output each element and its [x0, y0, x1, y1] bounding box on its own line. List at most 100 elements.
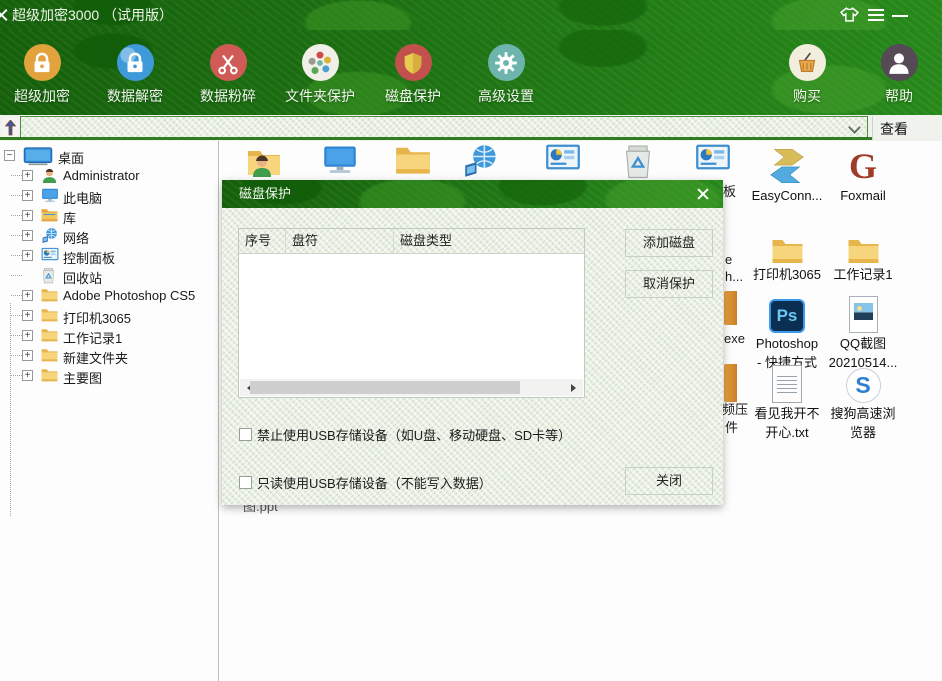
expand-icon[interactable]: + — [22, 310, 33, 321]
desktop-icon-sogou-browser[interactable]: S 搜狗高速浏 览器 — [824, 363, 902, 441]
main-toolbar: 超级加密 数据解密 数据粉碎 文件夹保护 磁盘保护 — [0, 30, 942, 115]
toolbar-item-label: 超级加密 — [0, 86, 88, 106]
desktop-icon-text-file[interactable]: 看见我开不 开心.txt — [748, 363, 826, 441]
title-bar: 超级加密3000 （试用版） — [0, 0, 942, 30]
folder-icon — [824, 224, 902, 264]
up-arrow-button[interactable] — [2, 117, 19, 138]
toolbar-item-settings[interactable]: 高级设置 — [460, 44, 552, 106]
desktop-icon-folder[interactable] — [395, 143, 431, 180]
horizontal-scrollbar[interactable] — [240, 379, 583, 396]
close-button[interactable]: 关闭 — [625, 467, 713, 495]
sogou-icon: S — [824, 363, 902, 403]
toolbar-item-label: 帮助 — [853, 86, 942, 106]
cancel-protect-button[interactable]: 取消保护 — [625, 270, 713, 298]
toolbar-item-super-encrypt[interactable]: 超级加密 — [0, 44, 88, 106]
dialog-close-icon[interactable] — [695, 186, 711, 202]
expand-icon[interactable]: + — [22, 250, 33, 261]
easyconnect-icon — [748, 145, 826, 185]
toolbar-item-disk-protect[interactable]: 磁盘保护 — [367, 44, 459, 106]
column-header-number: 序号 — [239, 229, 286, 253]
desktop-icon-computer[interactable] — [322, 143, 358, 180]
dialog-title: 磁盘保护 — [239, 180, 291, 208]
toolbar-item-folder-protect[interactable]: 文件夹保护 — [274, 44, 366, 106]
disk-list-table[interactable]: 序号 盘符 磁盘类型 — [238, 228, 585, 398]
tree-item-new-folder[interactable]: + 新建文件夹 — [0, 346, 218, 366]
checkbox-icon[interactable] — [239, 428, 252, 441]
checkbox-readonly-usb[interactable]: 只读使用USB存储设备（不能写入数据） — [239, 474, 492, 490]
menu-icon[interactable] — [866, 6, 886, 24]
toolbar-item-buy[interactable]: 购买 — [761, 44, 853, 106]
tree-item-this-pc[interactable]: + 此电脑 — [0, 186, 218, 206]
basket-icon — [789, 44, 826, 81]
network-icon — [41, 227, 59, 247]
desktop-icon-recycle-bin[interactable] — [622, 143, 658, 180]
folder-icon — [41, 367, 58, 385]
desktop-icon-photoshop-shortcut[interactable]: Ps Photoshop - 快捷方式 — [748, 293, 826, 371]
desktop-icon-control-panel-2[interactable] — [695, 143, 731, 180]
add-disk-button[interactable]: 添加磁盘 — [625, 229, 713, 257]
toolbar-item-shred[interactable]: 数据粉碎 — [182, 44, 274, 106]
expand-icon[interactable]: + — [22, 190, 33, 201]
photoshop-icon: Ps — [748, 293, 826, 333]
person-icon — [881, 44, 918, 81]
collapse-icon[interactable]: − — [4, 150, 15, 161]
clipped-label-fragment: 件 — [725, 417, 738, 436]
expand-icon[interactable]: + — [22, 170, 33, 181]
image-file-icon — [824, 293, 902, 333]
dialog-title-bar: 磁盘保护 — [222, 180, 723, 208]
skin-icon[interactable] — [840, 6, 860, 24]
column-header-disk-type: 磁盘类型 — [394, 229, 584, 253]
desktop-icon-worklog-folder[interactable]: 工作记录1 — [824, 224, 902, 283]
lock-orange-icon — [24, 44, 61, 81]
folder-icon — [41, 287, 58, 305]
tree-item-adobe-photoshop-cs5[interactable]: + Adobe Photoshop CS5 — [0, 286, 218, 306]
view-button[interactable]: 查看 — [880, 119, 908, 139]
clipped-label-fragment: exe — [724, 331, 745, 346]
folder-icon — [41, 327, 58, 345]
desktop-icon-foxmail[interactable]: G Foxmail — [824, 145, 902, 204]
expand-icon[interactable]: + — [22, 230, 33, 241]
minimize-icon[interactable] — [890, 6, 910, 24]
folder-tree-panel: − 桌面 + Administrator + 此电脑 + 库 + 网络 — [0, 141, 218, 681]
tree-item-recycle-bin[interactable]: 回收站 — [0, 266, 218, 286]
tree-item-libraries[interactable]: + 库 — [0, 206, 218, 226]
tree-item-printer-3065[interactable]: + 打印机3065 — [0, 306, 218, 326]
checkbox-icon[interactable] — [239, 476, 252, 489]
tree-item-main-images[interactable]: + 主要图 — [0, 366, 218, 386]
expand-icon[interactable]: + — [22, 330, 33, 341]
scrollbar-thumb[interactable] — [250, 381, 520, 394]
toolbar-item-help[interactable]: 帮助 — [853, 44, 942, 106]
library-icon — [41, 207, 58, 225]
address-input[interactable] — [20, 116, 868, 138]
tree-item-administrator[interactable]: + Administrator — [0, 166, 218, 186]
tree-item-desktop[interactable]: − 桌面 — [0, 146, 218, 166]
checkbox-forbid-usb[interactable]: 禁止使用USB存储设备（如U盘、移动硬盘、SD卡等） — [239, 426, 571, 442]
desktop-icon-easyconnect[interactable]: EasyConn... — [748, 145, 826, 204]
computer-icon — [41, 187, 59, 207]
clipped-label-fragment: 板 — [723, 181, 736, 200]
tree-item-work-log-1[interactable]: + 工作记录1 — [0, 326, 218, 346]
expand-icon[interactable]: + — [22, 210, 33, 221]
desktop-icon-qq-screenshot[interactable]: QQ截图 20210514... — [824, 293, 902, 371]
toolbar-item-label: 高级设置 — [460, 86, 552, 106]
chevron-down-icon[interactable] — [848, 121, 861, 134]
toolbar-item-decrypt[interactable]: 数据解密 — [89, 44, 181, 106]
desktop-icon-printer-folder[interactable]: 打印机3065 — [748, 224, 826, 283]
desktop-icon-admin-folder[interactable] — [246, 143, 282, 180]
text-file-icon — [748, 363, 826, 403]
scroll-right-icon[interactable] — [571, 384, 580, 392]
lock-blue-icon — [117, 44, 154, 81]
tree-item-network[interactable]: + 网络 — [0, 226, 218, 246]
tree-item-control-panel[interactable]: + 控制面板 — [0, 246, 218, 266]
control-panel-icon — [41, 247, 59, 264]
app-window: 超级加密3000 （试用版） 超级加密 数据解密 数据粉碎 — [0, 0, 942, 681]
desktop-icon-network[interactable] — [463, 143, 499, 180]
expand-icon[interactable]: + — [22, 290, 33, 301]
user-icon — [41, 167, 58, 187]
disk-protect-dialog: 磁盘保护 序号 盘符 磁盘类型 添加磁盘 取消保护 关闭 — [222, 180, 723, 505]
desktop-icon-control-panel[interactable] — [545, 143, 581, 180]
toolbar-item-label: 文件夹保护 — [274, 86, 366, 106]
recycle-bin-icon — [41, 267, 56, 287]
expand-icon[interactable]: + — [22, 370, 33, 381]
expand-icon[interactable]: + — [22, 350, 33, 361]
